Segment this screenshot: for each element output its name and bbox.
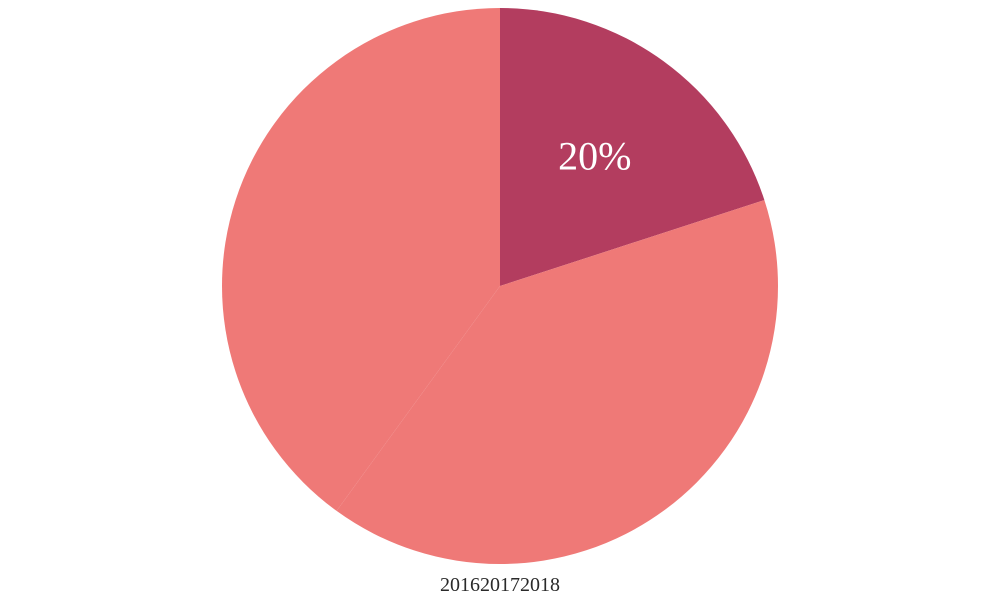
pie-slice-label-2016: 20% — [558, 132, 631, 179]
pie-legend: 201620172018 — [440, 574, 560, 597]
legend-item-2016: 2016 — [440, 574, 480, 596]
pie-chart-container: 20% 201620172018 — [0, 0, 1000, 605]
legend-item-2018: 2018 — [520, 574, 560, 596]
pie-chart-svg — [0, 0, 1000, 605]
legend-item-2017: 2017 — [480, 574, 520, 596]
